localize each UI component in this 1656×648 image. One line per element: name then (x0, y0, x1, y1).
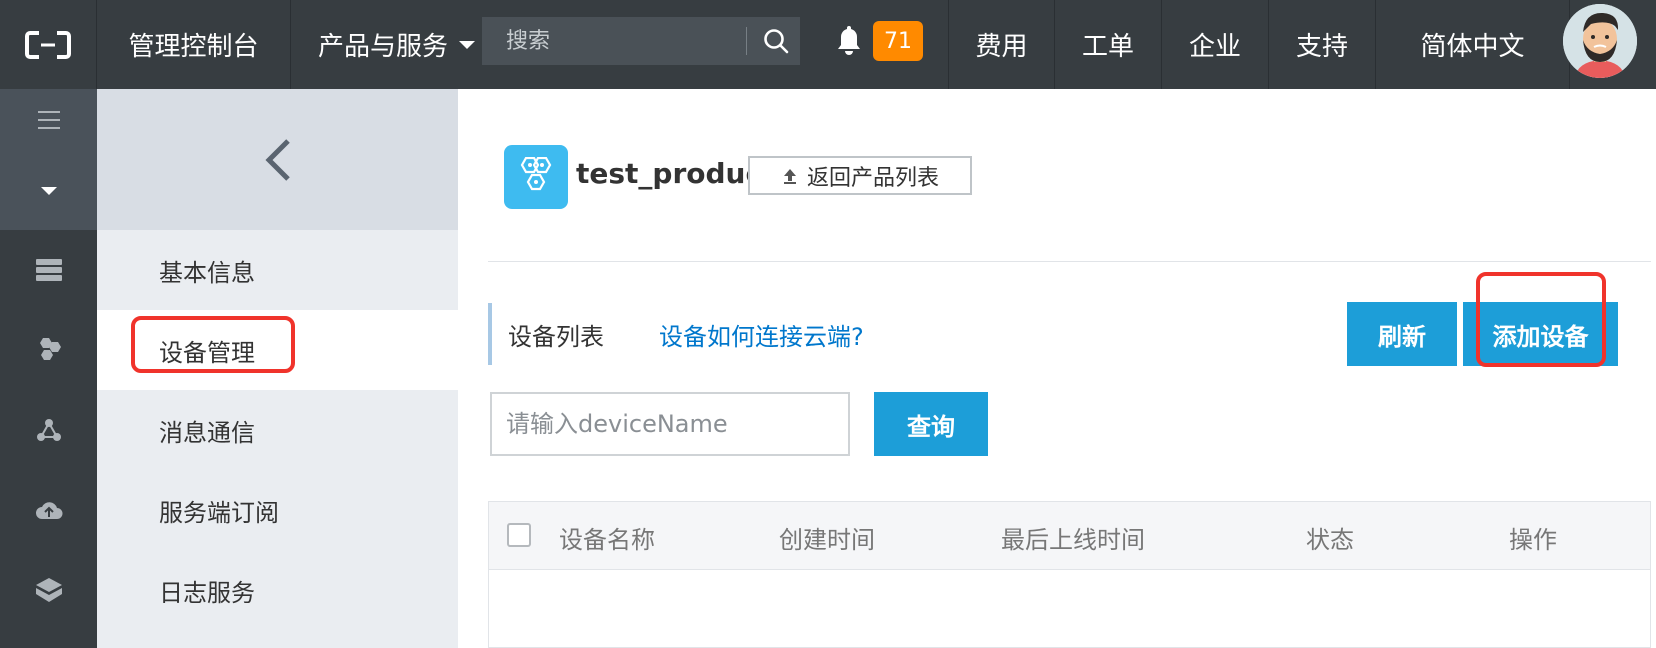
main-content: test_product 返回产品列表 设备列表 设备如何连接云端? 刷新 添加… (458, 89, 1656, 648)
device-connect-help-link[interactable]: 设备如何连接云端? (659, 317, 864, 352)
back-button-label: 返回产品列表 (806, 165, 939, 191)
sidebar-item-label: 基本信息 (159, 258, 255, 287)
console-link[interactable]: 管理控制台 (97, 0, 291, 89)
sidebar-item-server-subscription[interactable]: 服务端订阅 (97, 470, 458, 550)
language-switch[interactable]: 简体中文 (1376, 0, 1570, 89)
search-icon (764, 29, 789, 54)
header-divider (488, 261, 1651, 262)
column-last-online-time: 最后上线时间 (1001, 526, 1145, 554)
user-avatar[interactable] (1563, 4, 1637, 78)
cube-icon (35, 578, 62, 602)
chevron-left-icon (264, 138, 290, 181)
nav-support[interactable]: 支持 (1269, 0, 1376, 89)
sidebar-item-label: 日志服务 (159, 578, 255, 607)
rail-menu-toggle[interactable] (0, 89, 97, 151)
avatar-icon (1563, 4, 1637, 78)
server-icon (35, 259, 62, 281)
column-actions: 操作 (1509, 526, 1557, 554)
iot-hex-icon (39, 338, 61, 360)
products-label: 产品与服务 (318, 32, 449, 62)
caret-down-icon (40, 186, 57, 195)
back-up-icon (783, 168, 796, 184)
nav-tickets[interactable]: 工单 (1055, 0, 1162, 89)
product-sidebar: 基本信息 设备管理 消息通信 服务端订阅 日志服务 (97, 89, 458, 648)
rail-server[interactable] (0, 230, 97, 310)
search-box (482, 17, 800, 65)
column-device-name: 设备名称 (559, 526, 655, 554)
nav-tickets-label: 工单 (1081, 32, 1134, 62)
search-divider (746, 27, 747, 55)
sidebar-collapse-button[interactable] (97, 89, 458, 230)
bell-icon[interactable] (835, 24, 863, 56)
sidebar-item-messaging[interactable]: 消息通信 (97, 390, 458, 470)
notification-badge[interactable]: 71 (873, 21, 923, 61)
refresh-button[interactable]: 刷新 (1347, 302, 1457, 366)
logo-icon (25, 30, 71, 59)
caret-down-icon (459, 40, 476, 49)
sidebar-item-basic-info[interactable]: 基本信息 (97, 230, 458, 310)
column-status: 状态 (1306, 526, 1354, 554)
nav-billing-label: 费用 (975, 32, 1028, 62)
select-all-checkbox[interactable] (507, 523, 531, 547)
nav-billing[interactable]: 费用 (948, 0, 1055, 89)
back-to-product-list-button[interactable]: 返回产品列表 (748, 156, 972, 195)
language-label: 简体中文 (1420, 32, 1525, 62)
nav-enterprise-label: 企业 (1188, 32, 1241, 62)
search-button[interactable] (752, 17, 800, 65)
column-created-time: 创建时间 (779, 526, 875, 554)
nav-support-label: 支持 (1295, 32, 1348, 62)
query-button[interactable]: 查询 (874, 392, 988, 456)
product-name: test_product (576, 157, 776, 190)
left-rail (0, 89, 97, 648)
top-bar: 管理控制台 产品与服务 71 费用 工单 企业 支持 简体中文 (0, 0, 1656, 89)
highlight-annotation (131, 316, 295, 373)
device-list-title: 设备列表 (508, 323, 604, 351)
aliyun-logo[interactable] (0, 0, 97, 89)
iot-hex-icon (520, 157, 552, 191)
rail-iot[interactable] (0, 310, 97, 390)
sidebar-item-label: 服务端订阅 (159, 498, 279, 527)
network-icon (36, 419, 61, 441)
device-name-search-input[interactable] (490, 392, 850, 456)
cloud-upload-icon (35, 502, 62, 519)
console-label: 管理控制台 (128, 32, 259, 62)
product-icon (504, 145, 568, 209)
rail-network[interactable] (0, 390, 97, 470)
sidebar-item-log-service[interactable]: 日志服务 (97, 550, 458, 630)
device-table: 设备名称 创建时间 最后上线时间 状态 操作 (488, 501, 1651, 648)
nav-enterprise[interactable]: 企业 (1162, 0, 1269, 89)
rail-cube[interactable] (0, 550, 97, 630)
section-accent-bar (488, 303, 492, 365)
table-header: 设备名称 创建时间 最后上线时间 状态 操作 (489, 502, 1650, 570)
rail-cloud[interactable] (0, 470, 97, 550)
search-input[interactable] (482, 17, 742, 65)
rail-expand[interactable] (0, 151, 97, 230)
sidebar-item-label: 消息通信 (159, 418, 255, 447)
hamburger-icon (37, 111, 60, 129)
highlight-annotation (1476, 272, 1606, 367)
